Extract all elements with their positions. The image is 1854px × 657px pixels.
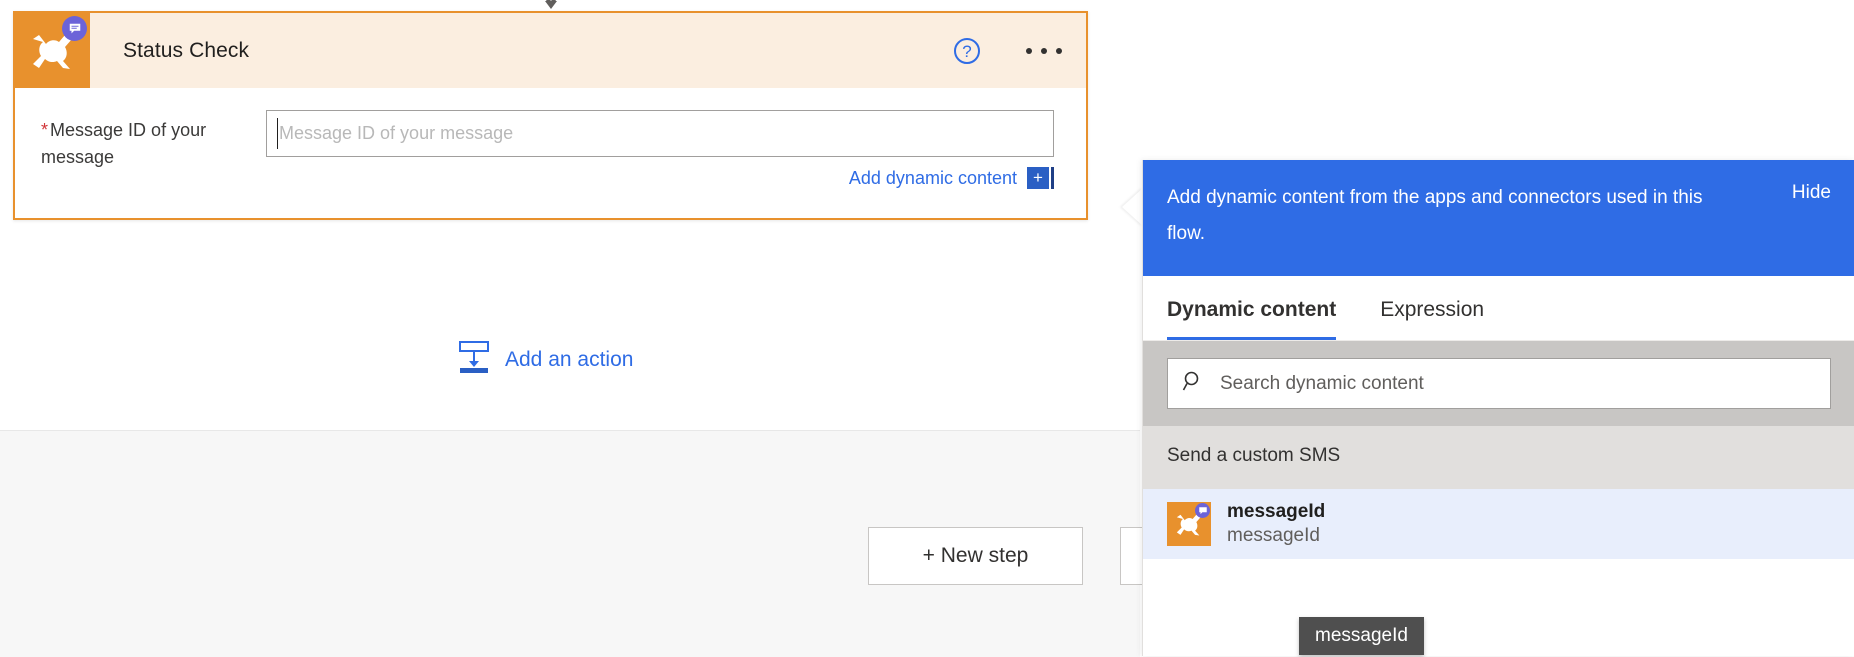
field-label-message-id: * Message ID of your message	[41, 110, 266, 171]
dynamic-content-banner: Add dynamic content from the apps and co…	[1143, 160, 1854, 276]
add-dynamic-content-link[interactable]: Add dynamic content	[849, 168, 1017, 189]
panel-search-band	[1143, 341, 1854, 426]
dynamic-content-item-messageid[interactable]: messageId messageId	[1143, 489, 1854, 559]
action-card-header: Status Check ?	[15, 13, 1086, 88]
dynamic-content-panel: Add dynamic content from the apps and co…	[1142, 160, 1854, 656]
add-dynamic-content-caret[interactable]	[1051, 167, 1054, 189]
message-bubble-icon	[62, 16, 87, 41]
banner-hide-button[interactable]: Hide	[1792, 180, 1831, 204]
new-step-button[interactable]: + New step	[868, 527, 1083, 585]
tab-expression[interactable]: Expression	[1380, 276, 1500, 340]
action-card-status-check[interactable]: Status Check ? * Message ID of your messa…	[13, 11, 1088, 220]
help-icon[interactable]: ?	[954, 37, 980, 64]
add-dynamic-content-plus-button[interactable]: +	[1027, 167, 1049, 189]
message-bubble-icon	[1195, 503, 1210, 518]
field-input-column: Add dynamic content +	[266, 110, 1060, 189]
insert-action-icon	[457, 340, 491, 379]
search-icon	[1182, 370, 1204, 397]
twilio-connector-icon	[1167, 502, 1211, 546]
add-dynamic-content-row: Add dynamic content +	[266, 167, 1054, 189]
action-card-header-actions: ?	[954, 13, 1064, 88]
panel-tabs: Dynamic content Expression	[1143, 276, 1854, 341]
action-card-title: Status Check	[123, 38, 250, 62]
message-id-input[interactable]	[266, 110, 1054, 157]
dynamic-content-item-subtitle: messageId	[1227, 525, 1320, 546]
required-marker: *	[41, 120, 49, 140]
tooltip-messageid: messageId	[1299, 617, 1424, 655]
tab-dynamic-content[interactable]: Dynamic content	[1167, 276, 1352, 340]
banner-message: Add dynamic content from the apps and co…	[1167, 187, 1703, 244]
dynamic-content-item-texts: messageId messageId	[1227, 501, 1325, 547]
search-box[interactable]	[1167, 358, 1831, 409]
add-an-action-button[interactable]: Add an action	[457, 340, 633, 379]
add-an-action-label: Add an action	[505, 347, 634, 371]
action-card-body: *Message ID of your message Add dynamic …	[15, 88, 1086, 189]
text-caret	[277, 118, 278, 149]
flow-designer-screen: Status Check ? * Message ID of your messa…	[0, 0, 1854, 657]
twilio-connector-icon	[15, 13, 90, 88]
dynamic-content-item-title: messageId	[1227, 501, 1326, 522]
field-label-text: Message ID of your message	[41, 120, 207, 167]
dynamic-content-group-header: Send a custom SMS	[1143, 426, 1854, 489]
overflow-menu-icon[interactable]	[1024, 42, 1064, 60]
search-dynamic-content-input[interactable]	[1218, 371, 1816, 396]
panel-pointer	[1122, 188, 1143, 226]
